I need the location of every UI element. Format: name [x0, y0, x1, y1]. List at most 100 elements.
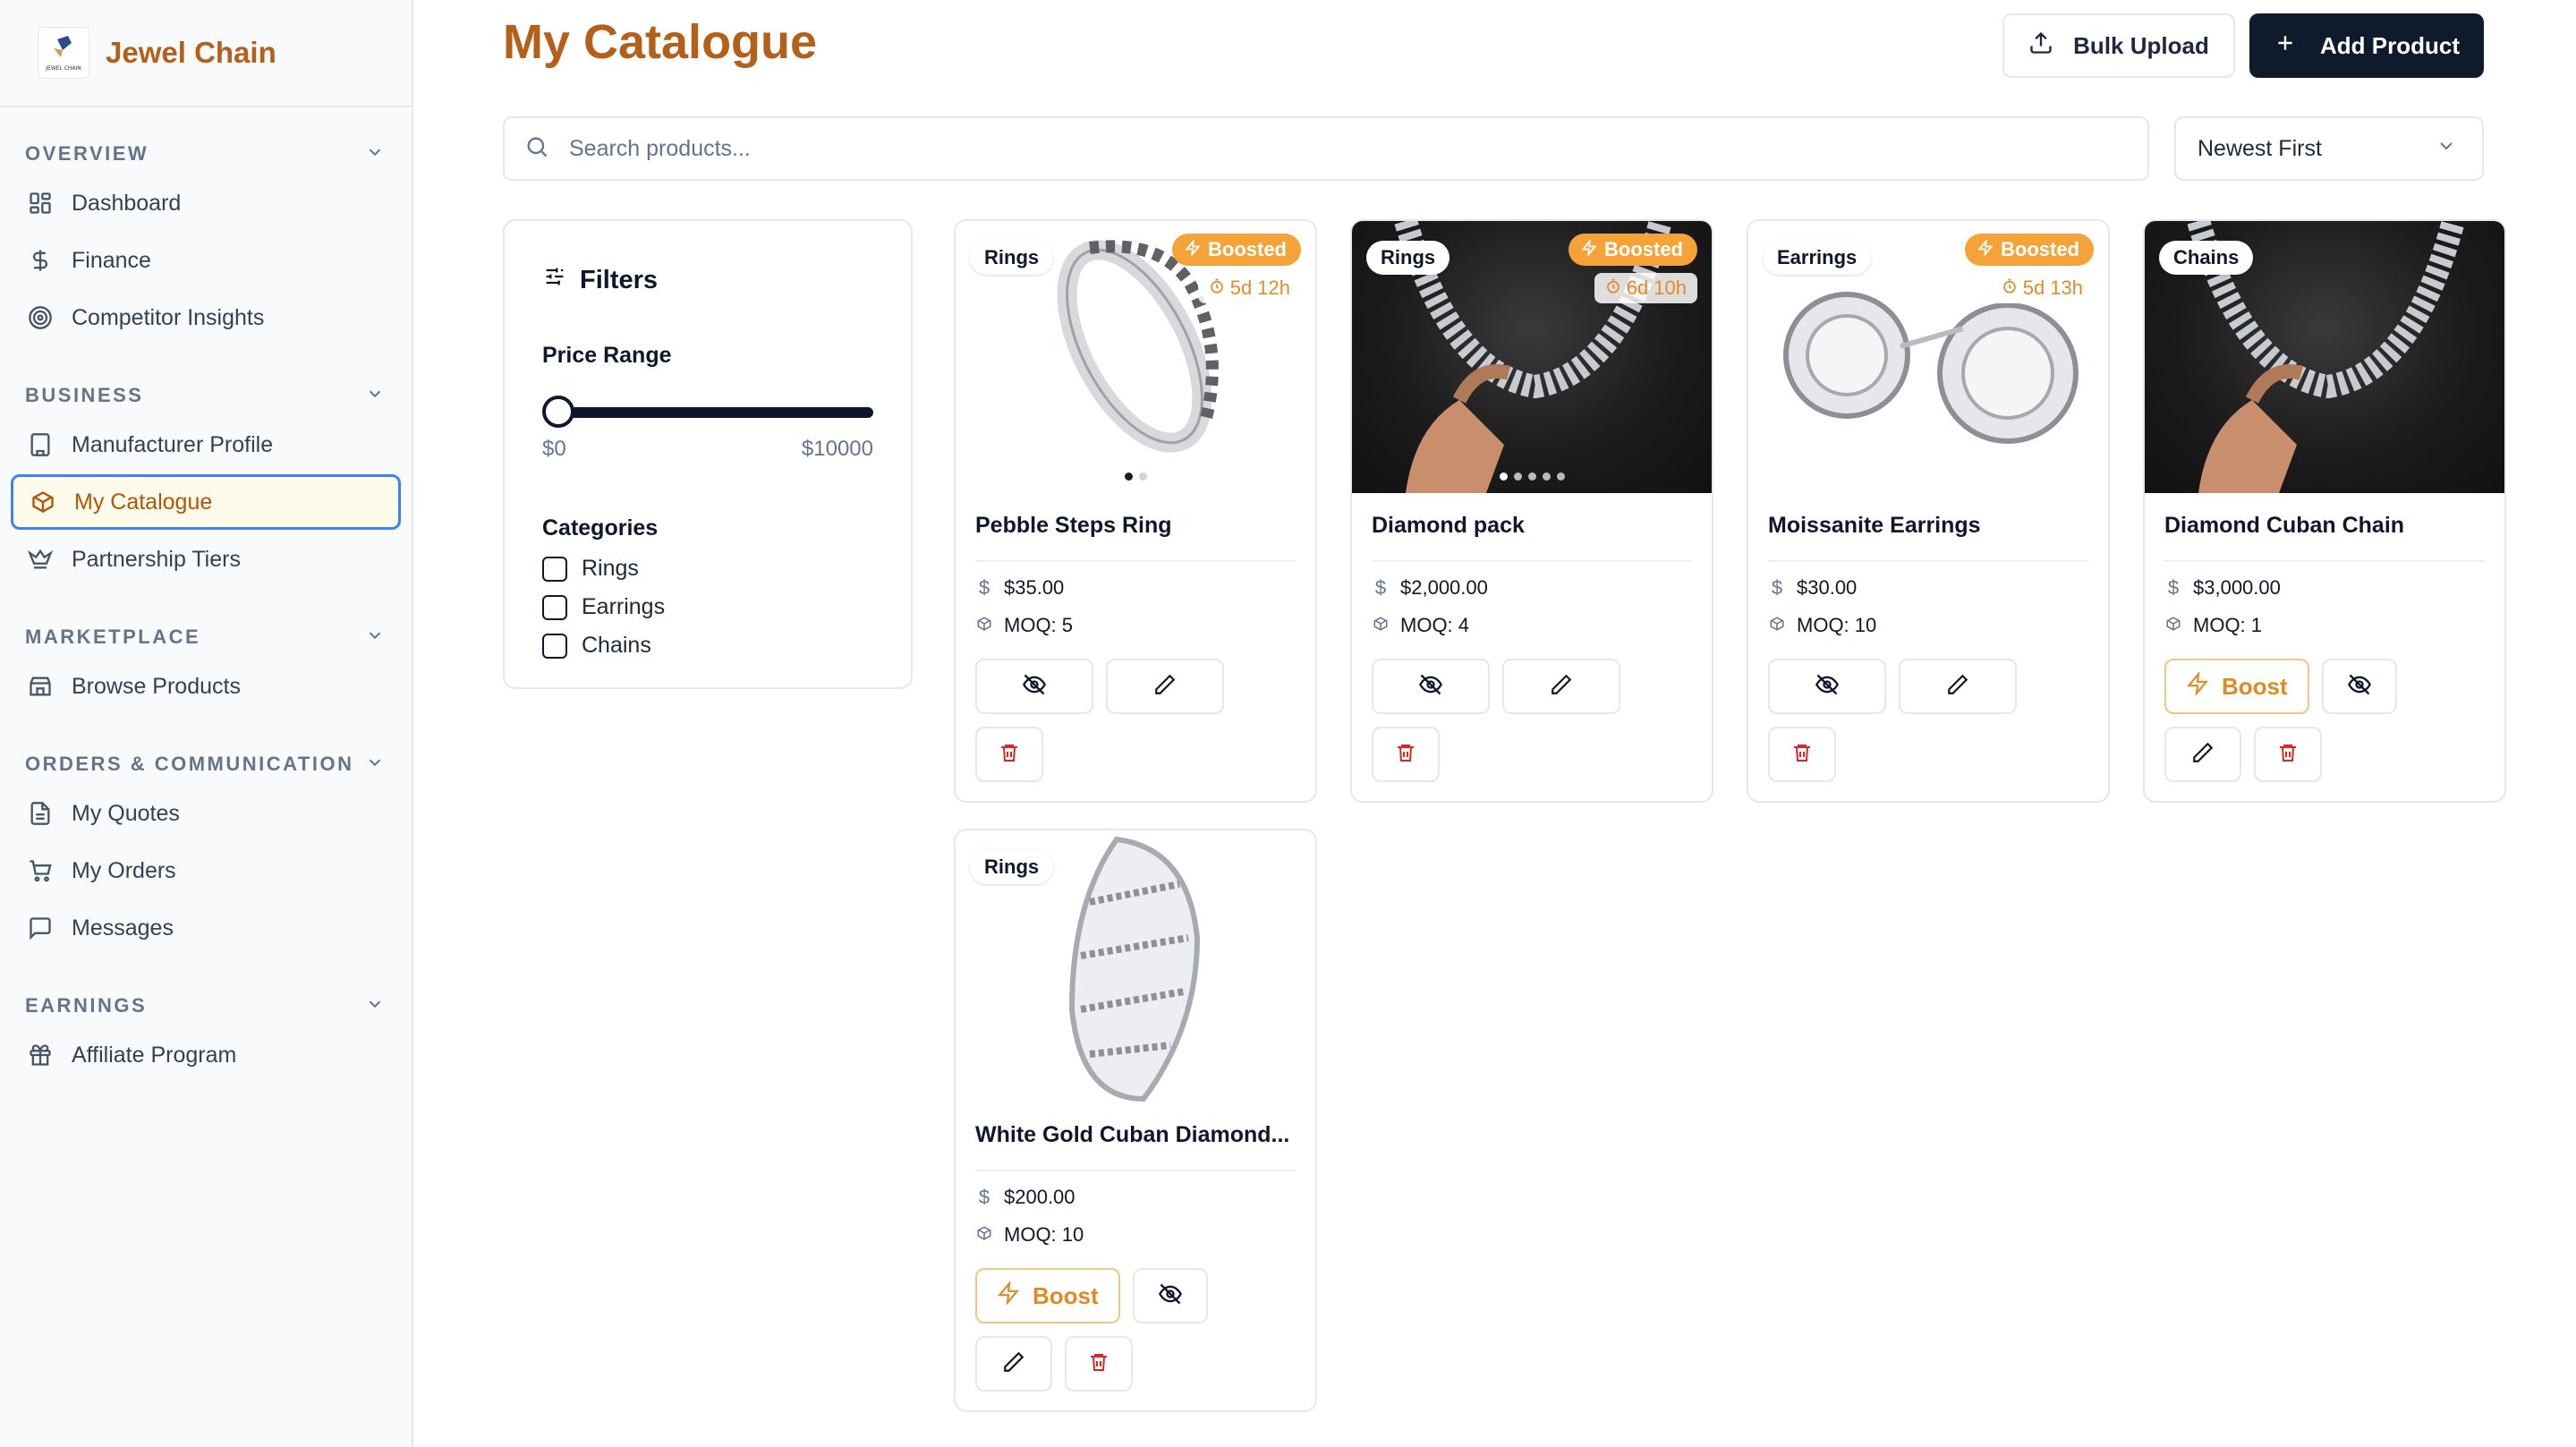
category-checkbox-rings[interactable]: Rings	[542, 556, 873, 582]
eye-off-icon	[1418, 672, 1443, 702]
sidebar-item-label: My Quotes	[72, 800, 180, 826]
hide-button[interactable]	[1372, 659, 1490, 714]
brand-name: Jewel Chain	[106, 36, 276, 69]
gift-icon	[27, 1042, 54, 1068]
section-earnings[interactable]: EARNINGS	[0, 986, 412, 1026]
pencil-icon	[1002, 1350, 1025, 1378]
product-card[interactable]: Rings White Gold Cuban Diamond... $ $200.…	[954, 829, 1317, 1412]
hide-button[interactable]	[1768, 659, 1886, 714]
boosted-badge: Boosted	[1172, 234, 1301, 266]
product-name[interactable]: Diamond Cuban Chain	[2164, 513, 2485, 562]
boost-timer: 5d 13h	[1990, 273, 2094, 303]
pencil-icon	[1153, 673, 1177, 701]
add-product-button[interactable]: Add Product	[2249, 13, 2484, 78]
sidebar-item-manufacturer-profile[interactable]: Manufacturer Profile	[11, 417, 401, 472]
box-icon	[2164, 614, 2182, 637]
boost-label: Boost	[1033, 1281, 1099, 1309]
boost-button[interactable]: Boost	[2164, 659, 2309, 714]
upload-icon	[2028, 30, 2053, 62]
delete-button[interactable]	[1768, 727, 1836, 782]
price-max: $10000	[801, 437, 873, 461]
product-name[interactable]: Pebble Steps Ring	[975, 513, 1296, 562]
image-carousel-dots[interactable]	[1352, 472, 1712, 481]
sidebar-item-my-orders[interactable]: My Orders	[11, 843, 401, 898]
delete-button[interactable]	[975, 727, 1043, 782]
section-orders-communication[interactable]: ORDERS & COMMUNICATION	[0, 745, 412, 784]
edit-button[interactable]	[1106, 659, 1224, 714]
store-icon	[27, 673, 54, 700]
search-icon	[524, 134, 549, 164]
pencil-icon	[1946, 673, 1969, 701]
category-badge: Earrings	[1763, 241, 1872, 275]
product-card[interactable]: Chains Diamond Cuban Chain $ $3,000.00 MO…	[2143, 219, 2506, 803]
section-overview[interactable]: OVERVIEW	[0, 134, 412, 174]
product-card[interactable]: Rings Boosted 6d 10h Diamond pack $ $2,00…	[1350, 219, 1713, 803]
product-name[interactable]: Moissanite Earrings	[1768, 513, 2088, 562]
category-checkbox-chains[interactable]: Chains	[542, 633, 873, 659]
price-range-values: $0 $10000	[542, 437, 873, 462]
product-name[interactable]: Diamond pack	[1372, 513, 1692, 562]
categories-label: Categories	[542, 515, 659, 540]
edit-button[interactable]	[1502, 659, 1620, 714]
sidebar-item-label: Affiliate Program	[72, 1042, 237, 1068]
sidebar-item-label: Manufacturer Profile	[72, 431, 274, 457]
bulk-upload-button[interactable]: Bulk Upload	[2002, 13, 2235, 78]
trash-icon	[2277, 742, 2299, 768]
edit-button[interactable]	[975, 1336, 1052, 1392]
sidebar-item-my-quotes[interactable]: My Quotes	[11, 786, 401, 841]
chevron-down-icon	[365, 142, 385, 166]
boosted-label: Boosted	[1208, 238, 1287, 260]
search-bar[interactable]	[503, 116, 2149, 181]
sidebar-item-messages[interactable]: Messages	[11, 900, 401, 956]
search-input[interactable]	[569, 135, 2090, 162]
cart-icon	[27, 857, 54, 884]
sort-select[interactable]: Newest First	[2174, 116, 2484, 181]
edit-button[interactable]	[2164, 727, 2241, 782]
document-icon	[27, 800, 54, 827]
category-badge: Rings	[970, 850, 1054, 884]
sidebar-item-finance[interactable]: Finance	[11, 233, 401, 288]
category-badge: Chains	[2159, 241, 2254, 275]
zap-icon	[1977, 238, 1994, 261]
hide-button[interactable]	[1132, 1268, 1208, 1324]
checkbox[interactable]	[542, 633, 567, 659]
sidebar-item-dashboard[interactable]: Dashboard	[11, 175, 401, 231]
hide-button[interactable]	[975, 659, 1093, 714]
hide-button[interactable]	[2321, 659, 2397, 714]
slider-thumb[interactable]	[542, 396, 574, 428]
moq-value: MOQ: 4	[1400, 614, 1470, 636]
sidebar-item-affiliate-program[interactable]: Affiliate Program	[11, 1027, 401, 1083]
brand[interactable]: JEWEL CHAIN Jewel Chain	[0, 0, 412, 107]
sidebar-item-competitor-insights[interactable]: Competitor Insights	[11, 290, 401, 345]
chevron-down-icon	[365, 626, 385, 650]
trash-icon	[999, 742, 1020, 768]
sidebar-item-my-catalogue[interactable]: My Catalogue	[11, 474, 401, 530]
sidebar-item-browse-products[interactable]: Browse Products	[11, 659, 401, 714]
product-image: Rings Boosted 6d 10h	[1352, 221, 1712, 493]
section-title: ORDERS & COMMUNICATION	[25, 753, 354, 775]
product-name[interactable]: White Gold Cuban Diamond...	[975, 1122, 1296, 1171]
category-checkbox-earrings[interactable]: Earrings	[542, 594, 873, 620]
section-business[interactable]: BUSINESS	[0, 376, 412, 415]
message-icon	[27, 915, 54, 941]
trash-icon	[1395, 742, 1416, 768]
delete-button[interactable]	[2254, 727, 2322, 782]
section-marketplace[interactable]: MARKETPLACE	[0, 617, 412, 657]
checkbox[interactable]	[542, 594, 567, 620]
sidebar-item-label: Finance	[72, 247, 151, 273]
boost-button[interactable]: Boost	[975, 1268, 1120, 1324]
sidebar-item-partnership-tiers[interactable]: Partnership Tiers	[11, 532, 401, 587]
product-card[interactable]: Rings Boosted 5d 12h Pebble Steps Ring $…	[954, 219, 1317, 803]
edit-button[interactable]	[1899, 659, 2017, 714]
box-icon	[1372, 614, 1390, 637]
checkbox[interactable]	[542, 556, 567, 582]
sidebar-item-label: My Orders	[72, 857, 176, 883]
delete-button[interactable]	[1372, 727, 1440, 782]
boosted-label: Boosted	[1604, 238, 1683, 260]
image-carousel-dots[interactable]	[956, 472, 1315, 481]
building-icon	[27, 431, 54, 458]
delete-button[interactable]	[1065, 1336, 1133, 1392]
grid-icon	[27, 190, 54, 217]
product-card[interactable]: Earrings Boosted 5d 13h Moissanite Earri…	[1747, 219, 2110, 803]
price-range-slider[interactable]	[542, 396, 873, 428]
